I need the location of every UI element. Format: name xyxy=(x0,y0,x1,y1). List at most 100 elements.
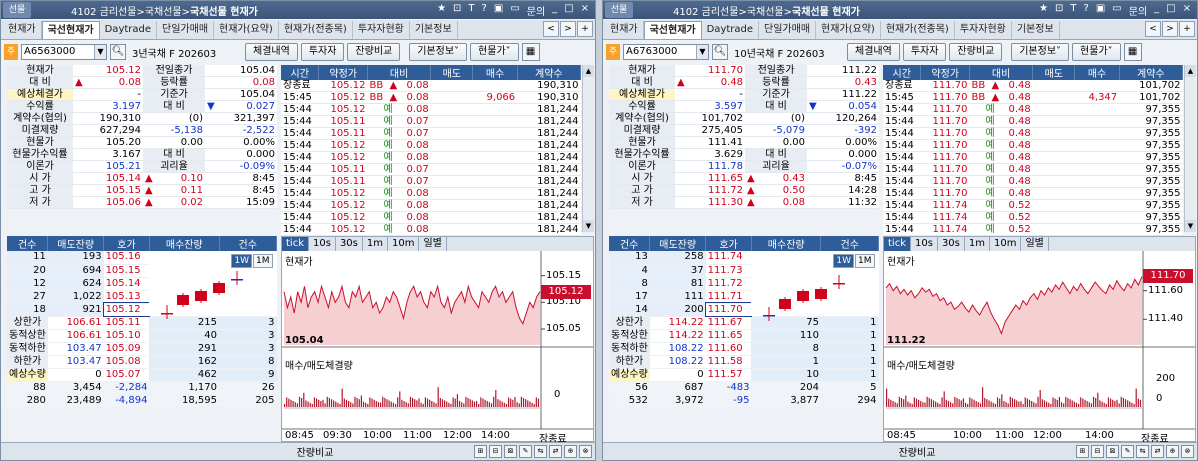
ask-row[interactable]: 13 258 111.74 1W 1M xyxy=(609,251,879,321)
ask-price[interactable]: 111.70 xyxy=(704,302,753,317)
window-icon[interactable]: ⊠ xyxy=(1106,445,1119,458)
text-icon[interactable]: T xyxy=(468,3,474,18)
link-icon[interactable]: ⇄ xyxy=(1151,445,1164,458)
search-icon[interactable]: 🔍︎ xyxy=(110,44,126,60)
code-input[interactable]: A6763000 ▼ xyxy=(623,44,709,60)
text-icon[interactable]: T xyxy=(1070,3,1076,18)
chart-tab-1m[interactable]: 1m xyxy=(363,237,388,251)
layout-icon[interactable]: ⊞ xyxy=(474,445,487,458)
inquiry-button[interactable]: 문의 xyxy=(1129,3,1147,18)
zoom-in-icon[interactable]: ⊕ xyxy=(1166,445,1179,458)
layout-icon[interactable]: ⊞ xyxy=(1076,445,1089,458)
chart-tab-30s[interactable]: 30s xyxy=(938,237,965,251)
help-icon[interactable]: ? xyxy=(482,3,487,18)
tab-4[interactable]: 현재가(요약) xyxy=(816,21,881,39)
print-icon[interactable]: ▣ xyxy=(1096,3,1105,18)
table-row[interactable]: 15:44 105.12 예 0.08 181,244 xyxy=(281,139,581,153)
ask-price[interactable]: 105.15 xyxy=(103,264,150,278)
ask-row[interactable]: 11 193 105.16 1W 1M xyxy=(7,251,277,319)
volume-compare-button[interactable]: 잔량비교 xyxy=(347,43,401,61)
tab-3[interactable]: 단일가매매 xyxy=(759,21,817,39)
tab-next-button[interactable]: > xyxy=(560,21,576,37)
spot-price-button[interactable]: 현물가˅ xyxy=(1072,43,1121,61)
tab-7[interactable]: 기본정보 xyxy=(410,21,458,39)
table-row[interactable]: 15:44 105.11 예 0.07 181,244 xyxy=(281,163,581,177)
table-row[interactable]: 15:44 105.12 예 0.08 181,244 xyxy=(281,211,581,225)
tab-6[interactable]: 투자자현황 xyxy=(955,21,1012,39)
basic-info-button[interactable]: 기본정보˅ xyxy=(409,43,468,61)
volume-compare-status[interactable]: 잔량비교 xyxy=(291,444,339,459)
market-code-badge[interactable]: 주 xyxy=(606,44,620,60)
link-icon[interactable]: ⊡ xyxy=(1055,3,1063,18)
minimize-button[interactable]: _ xyxy=(552,3,557,18)
table-row[interactable]: 15:44 111.70 예 0.48 97,355 xyxy=(883,175,1183,189)
bid-row[interactable]: 예상수량 0 105.07 462 9 xyxy=(7,368,277,382)
volume-compare-status[interactable]: 잔량비교 xyxy=(893,444,941,459)
table-row[interactable]: 15:44 111.74 예 0.52 97,355 xyxy=(883,211,1183,225)
maximize-button[interactable]: □ xyxy=(1166,3,1175,18)
tab-5[interactable]: 현재가(전종목) xyxy=(279,21,353,39)
close-button[interactable]: × xyxy=(581,3,589,18)
chart-tab-일별[interactable]: 일별 xyxy=(1021,237,1049,251)
favorite-icon[interactable]: ★ xyxy=(437,3,446,18)
chevron-down-icon[interactable]: ▼ xyxy=(94,45,106,59)
tab-6[interactable]: 투자자현황 xyxy=(353,21,410,39)
table-row[interactable]: 장종료 111.70 BB ▲ 0.48 101,702 xyxy=(883,80,1183,93)
help-icon[interactable]: ? xyxy=(1084,3,1089,18)
zoom-out-icon[interactable]: ⊗ xyxy=(1181,445,1194,458)
ask-price[interactable]: 111.74 xyxy=(705,251,752,265)
code-input[interactable]: A6563000 ▼ xyxy=(21,44,107,60)
chevron-down-icon[interactable]: ▼ xyxy=(696,45,708,59)
scroll-up-icon[interactable]: ▲ xyxy=(583,65,594,77)
tab-5[interactable]: 현재가(전종목) xyxy=(881,21,955,39)
chart-tab-10s[interactable]: 10s xyxy=(911,237,938,251)
table-row[interactable]: 15:44 105.12 예 0.08 181,244 xyxy=(281,223,581,237)
bid-price[interactable]: 105.07 xyxy=(103,368,150,382)
bid-price[interactable]: 111.57 xyxy=(705,368,752,382)
table-row[interactable]: 15:44 105.12 예 0.08 181,244 xyxy=(281,187,581,201)
bid-row[interactable]: 하한가 103.47 105.08 162 8 xyxy=(7,355,277,369)
grid-icon[interactable]: ▦ xyxy=(521,43,540,61)
chart-tab-10m[interactable]: 10m xyxy=(990,237,1022,251)
table-row[interactable]: 15:45 111.70 BB ▲ 0.48 4,347 101,702 xyxy=(883,91,1183,105)
spot-price-button[interactable]: 현물가˅ xyxy=(470,43,519,61)
table-row[interactable]: 15:44 111.70 예 0.48 97,355 xyxy=(883,115,1183,129)
bid-price[interactable]: 105.09 xyxy=(103,342,150,356)
bid-row[interactable]: 동적상한 106.61 105.10 40 3 xyxy=(7,329,277,343)
screen-icon[interactable]: ▭ xyxy=(1112,3,1121,18)
ask-price[interactable]: 111.71 xyxy=(705,290,752,304)
link-icon[interactable]: ⇄ xyxy=(549,445,562,458)
ask-price[interactable]: 111.73 xyxy=(705,264,752,278)
ask-price[interactable]: 105.13 xyxy=(103,290,150,304)
edit-icon[interactable]: ✎ xyxy=(519,445,532,458)
tab-next-button[interactable]: > xyxy=(1162,21,1178,37)
edit-icon[interactable]: ✎ xyxy=(1121,445,1134,458)
table-row[interactable]: 15:44 111.74 예 0.52 97,355 xyxy=(883,199,1183,213)
tab-2[interactable]: Daytrade xyxy=(100,21,158,39)
ask-price[interactable]: 105.12 xyxy=(102,302,151,317)
trade-history-button[interactable]: 체결내역 xyxy=(245,43,298,61)
chart-tab-30s[interactable]: 30s xyxy=(336,237,363,251)
tab-4[interactable]: 현재가(요약) xyxy=(214,21,279,39)
link-icon[interactable]: ⊡ xyxy=(453,3,461,18)
tab-0[interactable]: 현재가 xyxy=(605,21,644,39)
table-row[interactable]: 15:44 111.74 예 0.52 97,355 xyxy=(883,223,1183,237)
table-row[interactable]: 15:44 105.11 예 0.07 181,244 xyxy=(281,127,581,141)
bid-price[interactable]: 111.67 xyxy=(705,316,752,330)
table-row[interactable]: 15:44 111.70 예 0.48 97,355 xyxy=(883,127,1183,141)
window-icon[interactable]: ⊠ xyxy=(504,445,517,458)
tab-0[interactable]: 현재가 xyxy=(3,21,42,39)
bid-price[interactable]: 111.60 xyxy=(705,342,752,356)
investor-button[interactable]: 투자자 xyxy=(300,43,345,61)
bid-price[interactable]: 111.65 xyxy=(705,329,752,343)
chart-tab-10s[interactable]: 10s xyxy=(309,237,336,251)
collapse-icon[interactable]: ⊟ xyxy=(489,445,502,458)
table-row[interactable]: 15:44 105.12 예 0.08 181,244 xyxy=(281,103,581,117)
bid-price[interactable]: 105.11 xyxy=(103,316,150,330)
tab-7[interactable]: 기본정보 xyxy=(1012,21,1060,39)
ask-price[interactable]: 111.72 xyxy=(705,277,752,291)
scroll-down-icon[interactable]: ▼ xyxy=(583,220,594,232)
bid-row[interactable]: 동적하한 108.22 111.60 8 1 xyxy=(609,342,879,356)
table-row[interactable]: 15:44 111.70 예 0.48 97,355 xyxy=(883,187,1183,201)
close-button[interactable]: × xyxy=(1183,3,1191,18)
